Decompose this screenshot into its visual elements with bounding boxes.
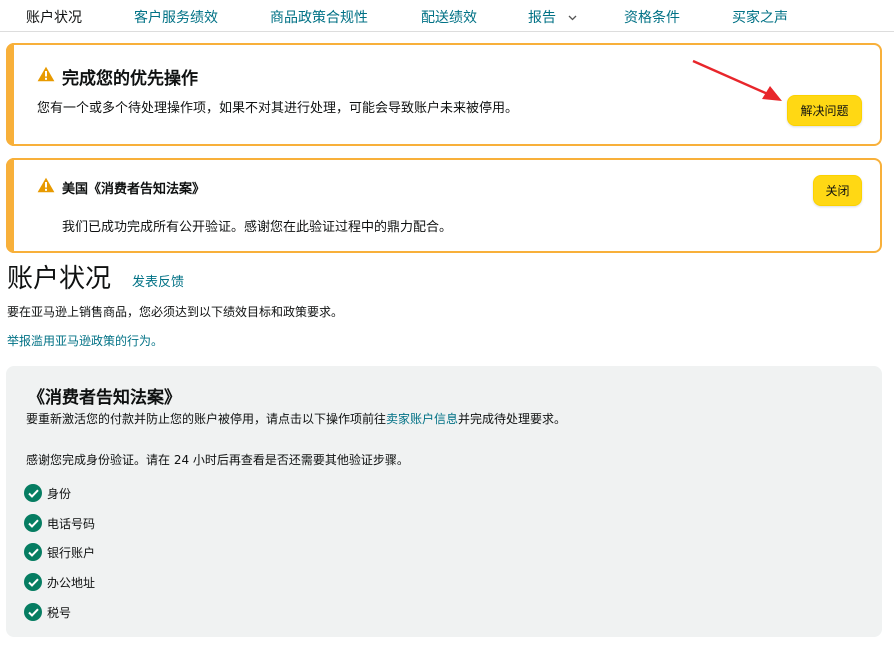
- seller-account-info-link[interactable]: 卖家账户信息: [386, 412, 458, 426]
- list-item-label: 银行账户: [47, 544, 95, 561]
- close-button[interactable]: 关闭: [813, 175, 862, 206]
- check-circle-icon: [24, 484, 42, 502]
- tab-reports[interactable]: 报告: [528, 7, 577, 27]
- check-circle-icon: [24, 514, 42, 532]
- list-item-label: 办公地址: [47, 574, 95, 591]
- tab-eligibility[interactable]: 资格条件: [624, 7, 680, 27]
- tab-shipping-performance[interactable]: 配送绩效: [421, 7, 477, 27]
- page-title: 账户状况: [7, 258, 111, 295]
- resolve-issues-button[interactable]: 解决问题: [787, 95, 862, 126]
- report-abuse-link[interactable]: 举报滥用亚马逊政策的行为。: [7, 332, 163, 349]
- check-circle-icon: [24, 573, 42, 591]
- intro-text: 要在亚马逊上销售商品，您必须达到以下绩效目标和政策要求。: [7, 303, 343, 320]
- warning-icon: [37, 177, 55, 193]
- top-nav: 账户状况 客户服务绩效 商品政策合规性 配送绩效 报告 资格条件 买家之声: [0, 0, 894, 32]
- verification-thanks-text: 感谢您完成身份验证。请在 24 小时后再查看是否还需要其他验证步骤。: [26, 451, 409, 468]
- alert-message: 您有一个或多个待处理操作项，如果不对其进行处理，可能会导致账户未来被停用。: [37, 97, 518, 116]
- alert-message: 我们已成功完成所有公开验证。感谢您在此验证过程中的鼎力配合。: [62, 216, 452, 235]
- tab-product-policy-compliance[interactable]: 商品政策合规性: [270, 7, 368, 27]
- alert-title: 完成您的优先操作: [62, 64, 198, 89]
- list-item-label: 身份: [47, 485, 71, 502]
- instruction-text-after: 并完成待处理要求。: [458, 412, 566, 426]
- tab-voice-of-customer[interactable]: 买家之声: [732, 7, 788, 27]
- list-item-bank-account: 银行账户: [24, 542, 95, 562]
- list-item-identity: 身份: [24, 483, 71, 503]
- list-item-tax-id: 税号: [24, 602, 71, 622]
- chevron-down-icon: [568, 15, 577, 21]
- list-item-phone: 电话号码: [24, 513, 95, 533]
- panel-title: 《消费者告知法案》: [28, 383, 181, 408]
- inform-act-panel: 《消费者告知法案》 要重新激活您的付款并防止您的账户被停用，请点击以下操作项前往…: [6, 366, 882, 637]
- panel-instruction: 要重新激活您的付款并防止您的账户被停用，请点击以下操作项前往卖家账户信息并完成待…: [26, 410, 566, 427]
- list-item-office-address: 办公地址: [24, 572, 95, 592]
- check-circle-icon: [24, 543, 42, 561]
- list-item-label: 电话号码: [47, 515, 95, 532]
- check-circle-icon: [24, 603, 42, 621]
- alert-title: 美国《消费者告知法案》: [62, 178, 205, 197]
- red-arrow-annotation: [688, 55, 788, 105]
- feedback-link[interactable]: 发表反馈: [132, 271, 184, 290]
- tab-reports-label: 报告: [528, 10, 556, 26]
- warning-icon: [37, 66, 55, 82]
- tab-customer-service-performance[interactable]: 客户服务绩效: [134, 7, 218, 27]
- tab-account-health[interactable]: 账户状况: [26, 7, 82, 27]
- instruction-text-before: 要重新激活您的付款并防止您的账户被停用，请点击以下操作项前往: [26, 412, 386, 426]
- list-item-label: 税号: [47, 604, 71, 621]
- inform-act-alert: 美国《消费者告知法案》 我们已成功完成所有公开验证。感谢您在此验证过程中的鼎力配…: [6, 158, 882, 253]
